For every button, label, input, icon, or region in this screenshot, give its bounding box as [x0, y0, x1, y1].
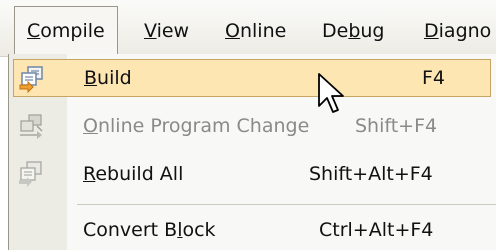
menu-view[interactable]: View — [144, 20, 189, 42]
mnemonic-b: b — [348, 20, 361, 42]
rebuild-all-icon — [17, 160, 45, 188]
rebuild-all-label: Rebuild All — [83, 163, 184, 185]
menu-diagno-rest: iagno — [438, 20, 492, 42]
menu-online-rest: nline — [239, 20, 287, 42]
build-icon — [18, 65, 46, 94]
menu-debug[interactable]: Debug — [322, 20, 385, 42]
build-label: Build — [84, 67, 132, 89]
mouse-cursor-icon — [318, 73, 344, 113]
menu-diagno[interactable]: Diagno — [424, 20, 491, 42]
convert-block-shortcut: Ctrl+Alt+F4 — [319, 219, 434, 241]
menu-online[interactable]: Online — [225, 20, 286, 42]
online-program-change-shortcut: Shift+F4 — [355, 115, 438, 137]
convert-block-label: Convert Block — [83, 219, 216, 241]
compile-dropdown: Build F4 Online Program Change Shift+F4 — [8, 54, 496, 250]
menu-item-build[interactable]: Build F4 — [13, 59, 491, 97]
build-shortcut: F4 — [422, 67, 446, 89]
menu-debug-rest: ug — [360, 20, 385, 42]
menu-item-online-program-change[interactable]: Online Program Change Shift+F4 — [9, 106, 496, 146]
menu-separator — [77, 204, 496, 205]
menu-compile[interactable]: Compile — [14, 6, 118, 54]
online-program-change-label: Online Program Change — [83, 115, 310, 137]
mnemonic-v: V — [144, 20, 157, 42]
menu-compile-rest: ompile — [40, 20, 105, 42]
mnemonic-c: C — [27, 20, 41, 42]
menu-item-convert-block[interactable]: Convert Block Ctrl+Alt+F4 — [9, 210, 496, 250]
menu-view-rest: iew — [156, 20, 190, 42]
mnemonic-o: O — [225, 20, 240, 42]
menu-item-rebuild-all[interactable]: Rebuild All Shift+Alt+F4 — [9, 154, 496, 194]
rebuild-all-shortcut: Shift+Alt+F4 — [309, 163, 433, 185]
mnemonic-d: D — [424, 20, 439, 42]
menu-bar: Compile View Online Debug Diagno — [0, 0, 496, 57]
menu-debug-pre: De — [322, 20, 349, 42]
online-program-change-icon — [17, 112, 45, 140]
